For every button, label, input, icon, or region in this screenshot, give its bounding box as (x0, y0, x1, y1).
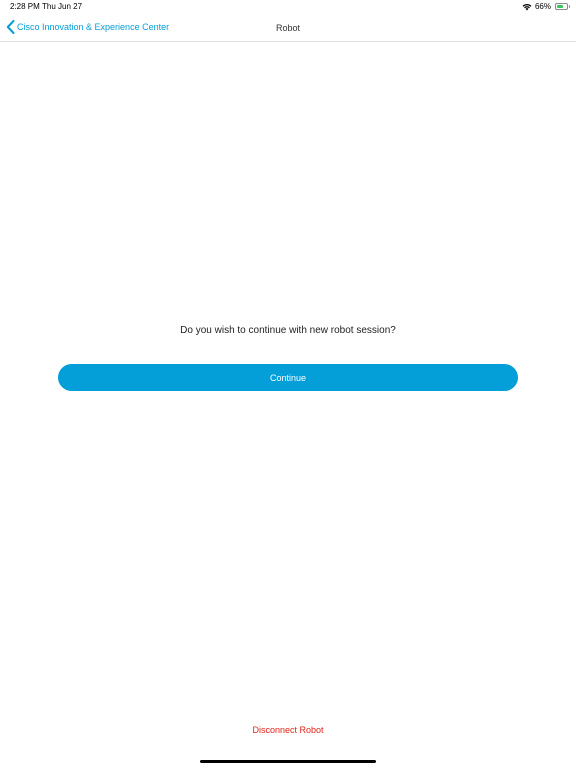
battery-fill (557, 5, 563, 8)
battery-percent: 66% (534, 2, 551, 11)
session-prompt: Do you wish to continue with new robot s… (180, 325, 396, 336)
disconnect-robot-button[interactable]: Disconnect Robot (0, 725, 576, 735)
wifi-icon (522, 3, 532, 10)
status-indicators: 66% (522, 2, 570, 11)
status-time: 2:28 PM (10, 2, 40, 11)
app-screen: 2:28 PM Thu Jun 27 66% Cisco Innovation … (0, 0, 576, 768)
status-date: Thu Jun 27 (42, 2, 83, 11)
status-bar: 2:28 PM Thu Jun 27 66% (0, 0, 576, 14)
page-title: Robot (275, 23, 301, 33)
continue-button[interactable]: Continue (58, 364, 518, 391)
home-indicator[interactable] (200, 760, 376, 763)
battery-nub (568, 5, 570, 8)
navigation-bar: Cisco Innovation & Experience Center Rob… (0, 14, 576, 42)
continue-button-label: Continue (269, 372, 307, 383)
battery-icon (555, 3, 570, 10)
